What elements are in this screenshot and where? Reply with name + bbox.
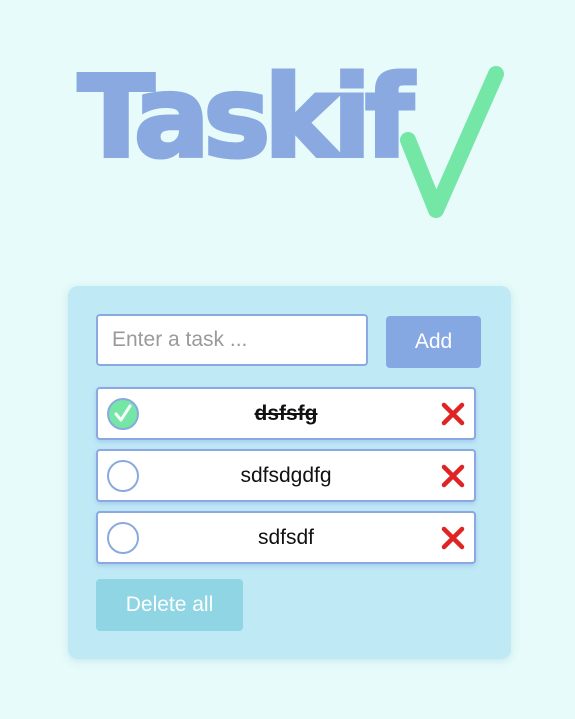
task-text: dsfsfg bbox=[254, 402, 318, 425]
task-text: sdfsdf bbox=[257, 526, 315, 549]
delete-icon[interactable] bbox=[440, 401, 466, 427]
logo-check-icon bbox=[400, 66, 504, 218]
delete-icon[interactable] bbox=[440, 525, 466, 551]
app-page: Taskif Add dsfsfg sdfsdgdfg bbox=[0, 0, 575, 719]
task-list: dsfsfg sdfsdgdfg sdfsdf bbox=[96, 387, 476, 573]
delete-icon[interactable] bbox=[440, 463, 466, 489]
task-input[interactable] bbox=[96, 314, 368, 366]
add-button[interactable]: Add bbox=[386, 316, 481, 368]
task-item: sdfsdgdfg bbox=[96, 449, 476, 502]
delete-all-button[interactable]: Delete all bbox=[96, 579, 243, 631]
task-checkbox[interactable] bbox=[107, 398, 139, 430]
task-text: sdfsdgdfg bbox=[240, 464, 332, 487]
app-logo: Taskif bbox=[76, 53, 508, 237]
task-checkbox[interactable] bbox=[107, 460, 139, 492]
task-item: dsfsfg bbox=[96, 387, 476, 440]
logo-text: Taskif bbox=[76, 53, 416, 183]
check-icon bbox=[114, 404, 132, 422]
todo-card: Add dsfsfg sdfsdgdfg bbox=[68, 286, 511, 659]
task-checkbox[interactable] bbox=[107, 522, 139, 554]
task-item: sdfsdf bbox=[96, 511, 476, 564]
